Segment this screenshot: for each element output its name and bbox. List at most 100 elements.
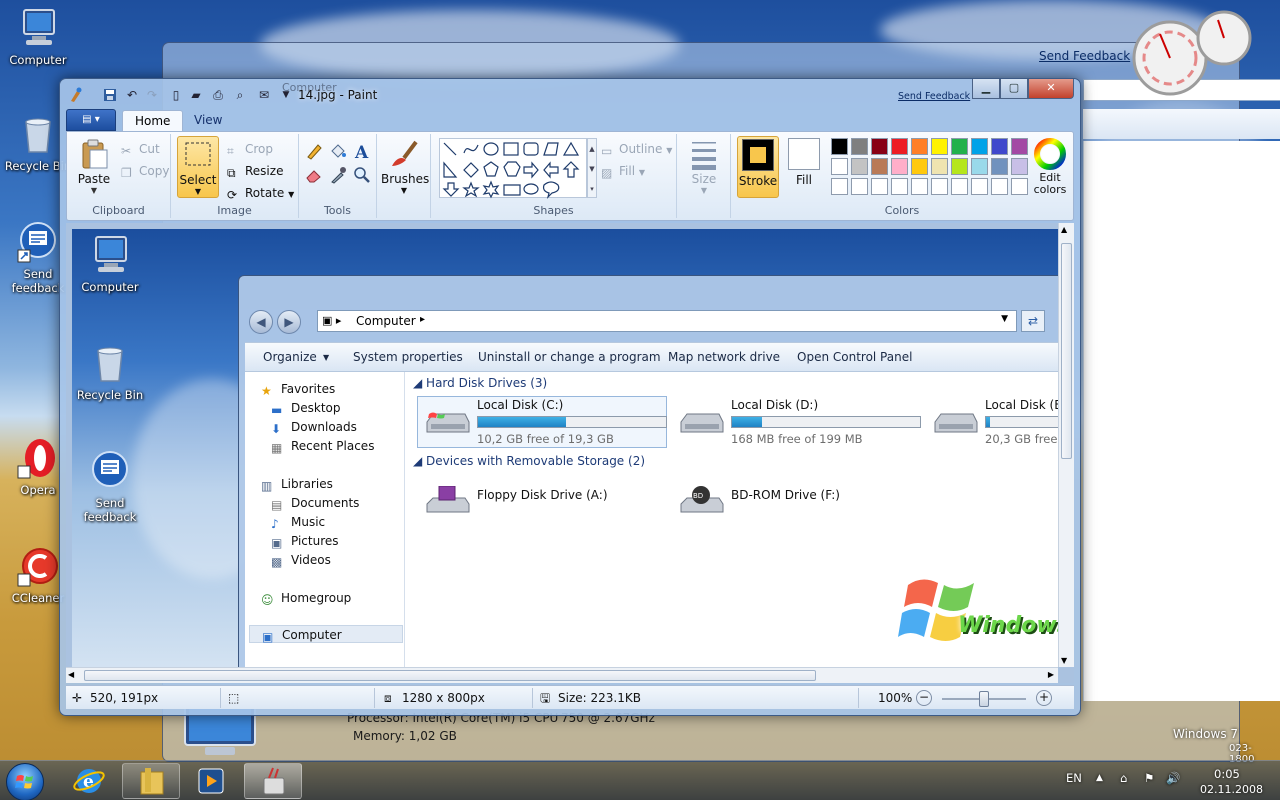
color-swatch[interactable]	[911, 158, 928, 175]
horizontal-scroll-thumb[interactable]	[84, 670, 816, 681]
undo-icon[interactable]: ↶	[124, 87, 140, 103]
scroll-up-icon[interactable]: ▲	[1061, 225, 1067, 234]
taskbar-explorer-button[interactable]	[122, 763, 180, 799]
paint-title-bar[interactable]: ↶ ↷ ▯ ▰ ⎙ ⌕ ✉ ▼ Computer 14.jpg - Paint …	[60, 79, 1080, 109]
color-swatch[interactable]	[911, 138, 928, 155]
shapes-scroll[interactable]: ▲ ▼ ▾	[587, 138, 597, 198]
pencil-icon[interactable]	[303, 140, 323, 160]
scroll-left-icon[interactable]: ◀	[68, 670, 74, 679]
close-button[interactable]: ✕	[1028, 79, 1074, 99]
color-swatch[interactable]	[931, 138, 948, 155]
print-preview-icon[interactable]: ⌕	[232, 87, 248, 103]
color-swatch[interactable]	[851, 178, 868, 195]
language-indicator[interactable]: EN	[1066, 771, 1082, 785]
canvas-area[interactable]: Computer Recycle Bin Send feedback ◀ ▶ ▣…	[66, 223, 1074, 683]
text-tool-icon[interactable]: A	[351, 140, 371, 163]
fill-shape-button[interactable]: ▨ Fill ▼	[599, 162, 645, 180]
resize-button[interactable]: ⧉ Resize	[225, 162, 283, 180]
volume-icon[interactable]: 🔊	[1166, 771, 1180, 785]
stroke-color-button[interactable]: Stroke	[737, 136, 779, 198]
color-swatch[interactable]	[991, 138, 1008, 155]
color-swatch[interactable]	[931, 158, 948, 175]
color-swatch[interactable]	[891, 158, 908, 175]
canvas-image[interactable]: Computer Recycle Bin Send feedback ◀ ▶ ▣…	[72, 229, 1058, 669]
color-swatch[interactable]	[871, 158, 888, 175]
paste-button[interactable]: Paste ▼	[73, 138, 115, 195]
maximize-button[interactable]: ▢	[1000, 79, 1028, 99]
minimize-button[interactable]: ▁	[972, 79, 1000, 99]
network-icon[interactable]: ⌂	[1120, 771, 1127, 785]
color-swatch[interactable]	[971, 138, 988, 155]
taskbar-media-player-button[interactable]	[182, 763, 240, 799]
color-swatch[interactable]	[931, 178, 948, 195]
email-icon[interactable]: ✉	[256, 87, 272, 103]
brushes-button[interactable]: Brushes ▼	[381, 138, 429, 195]
scroll-right-icon[interactable]: ▶	[1048, 670, 1054, 679]
paint-menu-button[interactable]: ▤ ▾	[66, 109, 116, 131]
shapes-gallery[interactable]	[439, 138, 587, 199]
scroll-down-icon[interactable]: ▼	[1061, 656, 1067, 665]
color-swatch[interactable]	[991, 178, 1008, 195]
cpu-meter-gadget[interactable]	[1130, 6, 1252, 98]
new-file-icon[interactable]: ▯	[168, 87, 184, 103]
color-swatch[interactable]	[851, 138, 868, 155]
copy-button[interactable]: ❐ Copy	[119, 162, 169, 180]
size-button[interactable]: Size ▼	[683, 138, 725, 195]
crop-button[interactable]: ⌗ Crop	[225, 140, 273, 158]
color-swatch[interactable]	[831, 158, 848, 175]
fill-bucket-icon[interactable]	[327, 140, 347, 160]
color-swatch[interactable]	[871, 178, 888, 195]
zoom-out-button[interactable]: −	[916, 690, 932, 706]
vertical-scroll-thumb[interactable]	[1061, 243, 1072, 459]
send-feedback-link[interactable]: Send Feedback	[898, 91, 970, 102]
color-swatch[interactable]	[871, 138, 888, 155]
color-swatch[interactable]	[831, 178, 848, 195]
color-swatch[interactable]	[1011, 178, 1028, 195]
color-swatch[interactable]	[951, 178, 968, 195]
redo-icon[interactable]: ↷	[144, 87, 160, 103]
print-icon[interactable]: ⎙	[210, 87, 226, 103]
tab-view[interactable]: View	[182, 110, 234, 131]
horizontal-scrollbar[interactable]: ◀ ▶	[66, 667, 1058, 683]
vertical-scrollbar[interactable]: ▲ ▼	[1058, 223, 1074, 667]
color-swatch[interactable]	[1011, 138, 1028, 155]
taskbar-paint-button[interactable]	[244, 763, 302, 799]
magnifier-icon[interactable]	[351, 164, 371, 184]
clock-time[interactable]: 0:05	[1214, 767, 1240, 781]
color-swatch[interactable]	[851, 158, 868, 175]
start-button[interactable]	[6, 763, 44, 800]
zoom-slider[interactable]	[942, 691, 1026, 707]
taskbar-ie-button[interactable]: e	[60, 763, 118, 799]
outline-button[interactable]: ▭ Outline ▼	[599, 140, 672, 158]
show-hidden-icons[interactable]: ▲	[1096, 773, 1103, 783]
zoom-slider-thumb[interactable]	[979, 691, 989, 707]
color-swatch[interactable]	[1011, 158, 1028, 175]
color-swatch[interactable]	[991, 158, 1008, 175]
select-button[interactable]: Select ▼	[177, 136, 219, 198]
color-swatch[interactable]	[951, 158, 968, 175]
save-icon[interactable]	[102, 87, 118, 103]
paint-app-icon[interactable]	[68, 87, 84, 103]
color-swatch[interactable]	[971, 178, 988, 195]
color-swatch[interactable]	[911, 178, 928, 195]
eraser-icon[interactable]	[303, 164, 323, 184]
clock-date[interactable]: 02.11.2008	[1200, 783, 1263, 796]
color-swatch[interactable]	[971, 158, 988, 175]
color-swatch[interactable]	[831, 138, 848, 155]
rotate-button[interactable]: ⟳ Rotate ▼	[225, 184, 294, 202]
open-folder-icon[interactable]: ▰	[188, 87, 204, 103]
action-center-icon[interactable]: ⚑	[1144, 771, 1154, 785]
background-send-feedback-link[interactable]: Send Feedback	[1039, 49, 1130, 63]
tab-home[interactable]: Home	[122, 110, 184, 131]
color-swatch[interactable]	[891, 138, 908, 155]
edit-colors-button[interactable]: Edit colors	[1029, 138, 1071, 196]
fill-color-button[interactable]: Fill	[783, 138, 825, 187]
desktop-icon-computer[interactable]: Computer	[0, 6, 76, 67]
line-width-icon	[688, 138, 720, 170]
paint-window[interactable]: ↶ ↷ ▯ ▰ ⎙ ⌕ ✉ ▼ Computer 14.jpg - Paint …	[59, 78, 1081, 716]
zoom-in-button[interactable]: +	[1036, 690, 1052, 706]
color-swatch[interactable]	[891, 178, 908, 195]
color-swatch[interactable]	[951, 138, 968, 155]
color-picker-icon[interactable]	[327, 164, 347, 184]
cut-button[interactable]: ✂ Cut	[119, 140, 160, 158]
